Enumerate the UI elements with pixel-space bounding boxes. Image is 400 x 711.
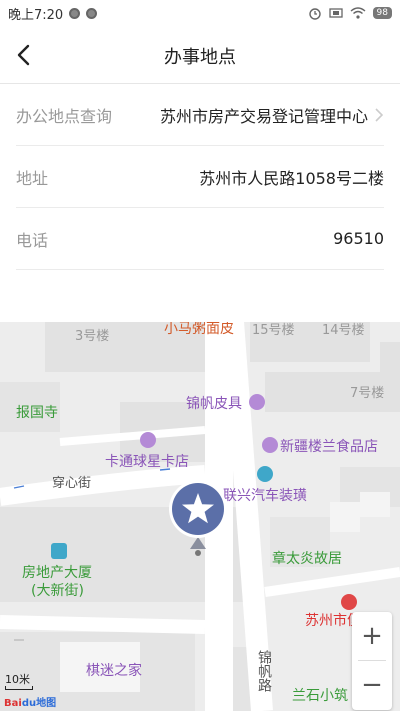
map-scale-bar	[5, 686, 33, 690]
status-bar: 晚上7:20 98	[0, 0, 400, 26]
logo-text-2: du地图	[21, 698, 57, 709]
address-row: 地址 苏州市人民路1058号二楼	[16, 146, 384, 208]
poi-real-estate-sub: (大新街)	[31, 583, 84, 599]
nav-bar: 办事地点	[0, 26, 400, 84]
shopping-bag-icon	[249, 394, 265, 410]
battery-indicator: 98	[372, 7, 392, 19]
zoom-out-button[interactable]: −	[352, 661, 392, 709]
star-location-pin-icon[interactable]	[168, 479, 228, 557]
office-location-label: 办公地点查询	[16, 106, 113, 126]
building-icon	[51, 543, 67, 559]
poi-zhangtaiyan[interactable]: 章太炎故居	[272, 548, 342, 568]
poi-lianxing-auto[interactable]: 联兴汽车装璜	[223, 485, 307, 505]
poi-jinfan-leather[interactable]: 锦帆皮具	[186, 393, 242, 413]
map-view[interactable]: 3号楼 小马粥面皮 15号楼 14号楼 7号楼 报国寺 锦帆皮具 新疆楼兰食品店…	[0, 322, 400, 711]
zoom-in-button[interactable]: +	[352, 612, 392, 660]
logo-text-1: Bai	[4, 698, 22, 709]
poi-building-7[interactable]: 7号楼	[350, 382, 384, 401]
poi-qimi-home[interactable]: 棋迷之家	[86, 660, 142, 680]
status-left: 晚上7:20	[8, 4, 98, 23]
chevron-right-icon	[375, 107, 384, 122]
zoom-controls: + −	[352, 612, 392, 710]
phone-row[interactable]: 电话 96510	[16, 208, 384, 270]
office-location-value: 苏州市房产交易登记管理中心	[159, 106, 368, 126]
phone-value: 96510	[333, 229, 384, 248]
status-time: 晚上7:20	[8, 7, 64, 23]
poi-building-3[interactable]: 3号楼	[75, 325, 109, 344]
poi-lanshi[interactable]: 兰石小筑	[292, 685, 348, 705]
car-icon	[257, 466, 273, 482]
address-label: 地址	[16, 168, 49, 188]
address-value: 苏州市人民路1058号二楼	[199, 168, 384, 188]
poi-katong-card[interactable]: 卡通球星卡店	[105, 451, 189, 471]
poi-baoguosi[interactable]: 报国寺	[16, 402, 58, 422]
street-jinfan-road: 锦帆路	[256, 650, 272, 692]
shopping-bag-icon	[262, 437, 278, 453]
notification-icon-2	[86, 7, 98, 19]
status-right: 98	[308, 6, 392, 20]
signal-icon	[328, 8, 343, 18]
poi-building-15[interactable]: 15号楼	[252, 322, 295, 338]
poi-xinjiang-food[interactable]: 新疆楼兰食品店	[280, 436, 378, 456]
poi-building-14[interactable]: 14号楼	[322, 322, 365, 338]
notification-icon	[69, 7, 81, 19]
shopping-bag-icon	[140, 432, 156, 448]
baidu-map-logo: Baidu地图	[4, 694, 56, 709]
map-scale-label: 10米	[5, 673, 30, 686]
poi-xiaomajiang[interactable]: 小马粥面皮	[164, 322, 234, 338]
star-icon	[341, 594, 357, 610]
page-title: 办事地点	[164, 47, 236, 68]
phone-label: 电话	[16, 230, 49, 250]
street-chuanxin: 穿心街	[52, 476, 92, 491]
office-location-row[interactable]: 办公地点查询 苏州市房产交易登记管理中心	[16, 84, 384, 146]
wifi-icon	[350, 7, 366, 19]
office-location-right: 苏州市房产交易登记管理中心	[160, 103, 384, 127]
alarm-icon	[308, 8, 321, 20]
poi-real-estate[interactable]: 房地产大厦	[22, 562, 92, 582]
